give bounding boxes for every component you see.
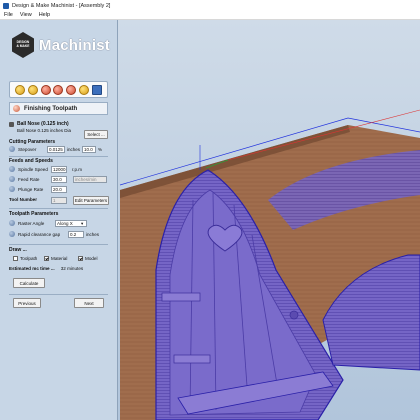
spindle-label: Spindle Speed <box>18 166 48 172</box>
toolpath-parameters-header: Toolpath Parameters <box>9 211 59 217</box>
calculate-button[interactable]: Calculate <box>13 278 45 288</box>
3d-viewport[interactable] <box>118 20 420 420</box>
stepover-icon <box>9 146 15 152</box>
roughing-icon[interactable] <box>40 84 51 95</box>
tool-name-label: Ball Nose (0.125 inch) <box>17 121 69 127</box>
finishing-toolpath-icon <box>13 105 20 112</box>
section-header: Finishing Toolpath <box>9 102 108 115</box>
menu-file[interactable]: File <box>4 12 13 18</box>
spindle-row: Spindle Speed <box>9 166 48 172</box>
previous-button[interactable]: Previous <box>13 298 41 308</box>
toolpath-panel: DESIGN & MAKE Machinist Finishing Toolpa… <box>0 20 118 420</box>
tool-description: Ball Nose 0.125 inches Dia <box>17 128 72 133</box>
tool-number-input[interactable]: 1 <box>51 197 67 204</box>
feeds-speeds-header: Feeds and Speeds <box>9 158 53 164</box>
section-title: Finishing Toolpath <box>24 105 78 112</box>
draw-material-label: Material <box>51 256 68 261</box>
draw-model-label: Model <box>85 256 98 261</box>
raster-angle-label: Raster Angle <box>18 220 45 226</box>
spindle-inputs: 12000 r.p.m <box>51 166 82 173</box>
draw-material-checkbox[interactable] <box>44 256 49 261</box>
brand-logo: DESIGN & MAKE Machinist <box>12 32 110 58</box>
divider <box>9 244 108 245</box>
rate-units-select[interactable]: inches/min <box>73 176 107 183</box>
clearance-gap-label: Rapid clearance gap <box>18 231 61 237</box>
window-titlebar: Design & Make Machinist - [Assembly 2] <box>0 0 420 11</box>
simulate-icon[interactable] <box>79 84 90 95</box>
divider <box>9 208 108 209</box>
spindle-icon <box>9 166 15 172</box>
logo-badge-line2: & MAKE <box>16 44 30 48</box>
draw-model-checkbox[interactable] <box>78 256 83 261</box>
plunge-rate-label: Plunge Rate <box>18 186 44 192</box>
clearance-gap-icon <box>9 231 15 237</box>
logo-wordmark: Machinist <box>39 36 110 54</box>
plunge-rate-inputs: 20.0 <box>51 186 67 193</box>
spindle-unit: r.p.m <box>72 167 83 172</box>
select-tool-button[interactable]: Select ... <box>84 130 108 139</box>
menu-bar: File View Help <box>0 11 420 20</box>
tool-number-text: Tool Number <box>9 197 37 202</box>
raster-angle-inputs: Along X ▾ <box>55 220 87 227</box>
stepover-label: Stepover <box>18 146 37 152</box>
draw-model-option[interactable]: Model <box>78 256 98 261</box>
percent-sign: % <box>98 147 103 152</box>
raster-angle-icon <box>9 220 15 226</box>
stepover-input[interactable]: 0.0125 <box>47 146 65 153</box>
stepover-row: Stepover <box>9 146 36 152</box>
feed-rate-icon <box>9 176 15 182</box>
feed-rate-label: Feed Rate <box>18 176 40 182</box>
raster-angle-row: Raster Angle <box>9 220 44 226</box>
tool-number-label: Tool Number <box>9 197 37 202</box>
logo-badge: DESIGN & MAKE <box>12 32 34 58</box>
drill-icon[interactable] <box>27 84 38 95</box>
window-title: Design & Make Machinist - [Assembly 2] <box>12 2 111 9</box>
tool-name: Ball Nose (0.125 inch) <box>9 121 69 127</box>
menu-help[interactable]: Help <box>39 12 50 18</box>
plunge-rate-input[interactable]: 20.0 <box>51 186 67 193</box>
estimated-time-row: Estimated mc time ... 32 minutes <box>9 266 83 271</box>
clearance-gap-row: Rapid clearance gap <box>9 231 60 237</box>
draw-toolpath-checkbox[interactable] <box>13 256 18 261</box>
lower-hinge <box>173 354 211 364</box>
app-icon <box>3 2 9 9</box>
draw-material-option[interactable]: Material <box>44 256 67 261</box>
toolpath-icon[interactable] <box>15 84 25 95</box>
model-render <box>119 109 420 420</box>
plunge-rate-row: Plunge Rate <box>9 186 43 192</box>
stepover-percent-input[interactable]: 10.0 <box>82 146 97 153</box>
clearance-gap-unit: inches <box>86 232 100 237</box>
cutting-parameters-header: Cutting Parameters <box>9 139 56 145</box>
clearance-gap-inputs: 0.2 inches <box>68 231 99 238</box>
keyhole <box>289 310 299 320</box>
upper-hinge <box>161 292 201 302</box>
feed-rate-inputs: 30.0 inches/min <box>51 176 107 183</box>
next-button[interactable]: Next <box>74 298 104 308</box>
estimated-time-value: 32 minutes <box>60 266 84 271</box>
tool-number-inputs: 1 <box>51 197 67 204</box>
edit-parameters-button[interactable]: Edit Parameters <box>73 196 109 205</box>
divider <box>9 294 108 295</box>
spindle-speed-input[interactable]: 12000 <box>51 166 67 173</box>
draw-header: Draw ... <box>9 247 27 253</box>
draw-toolpath-option[interactable]: Toolpath <box>13 256 37 261</box>
stepover-unit: inches <box>67 147 81 152</box>
feed-rate-input[interactable]: 30.0 <box>51 176 67 183</box>
draw-toolpath-label: Toolpath <box>20 256 38 261</box>
divider <box>9 156 108 157</box>
finishing-icon[interactable] <box>53 84 64 95</box>
stepover-inputs: 0.0125 inches 10.0 % <box>47 146 102 153</box>
icon-toolbar <box>9 81 108 98</box>
feed-rate-row: Feed Rate <box>9 176 39 182</box>
save-icon[interactable] <box>91 84 102 95</box>
ball-nose-icon <box>9 121 14 127</box>
clearance-gap-input[interactable]: 0.2 <box>68 231 84 238</box>
profile-icon[interactable] <box>66 84 77 95</box>
menu-view[interactable]: View <box>20 12 32 18</box>
plunge-rate-icon <box>9 186 15 192</box>
chevron-down-icon[interactable]: ▾ <box>81 221 83 227</box>
estimated-time-label: Estimated mc time ... <box>9 266 55 271</box>
